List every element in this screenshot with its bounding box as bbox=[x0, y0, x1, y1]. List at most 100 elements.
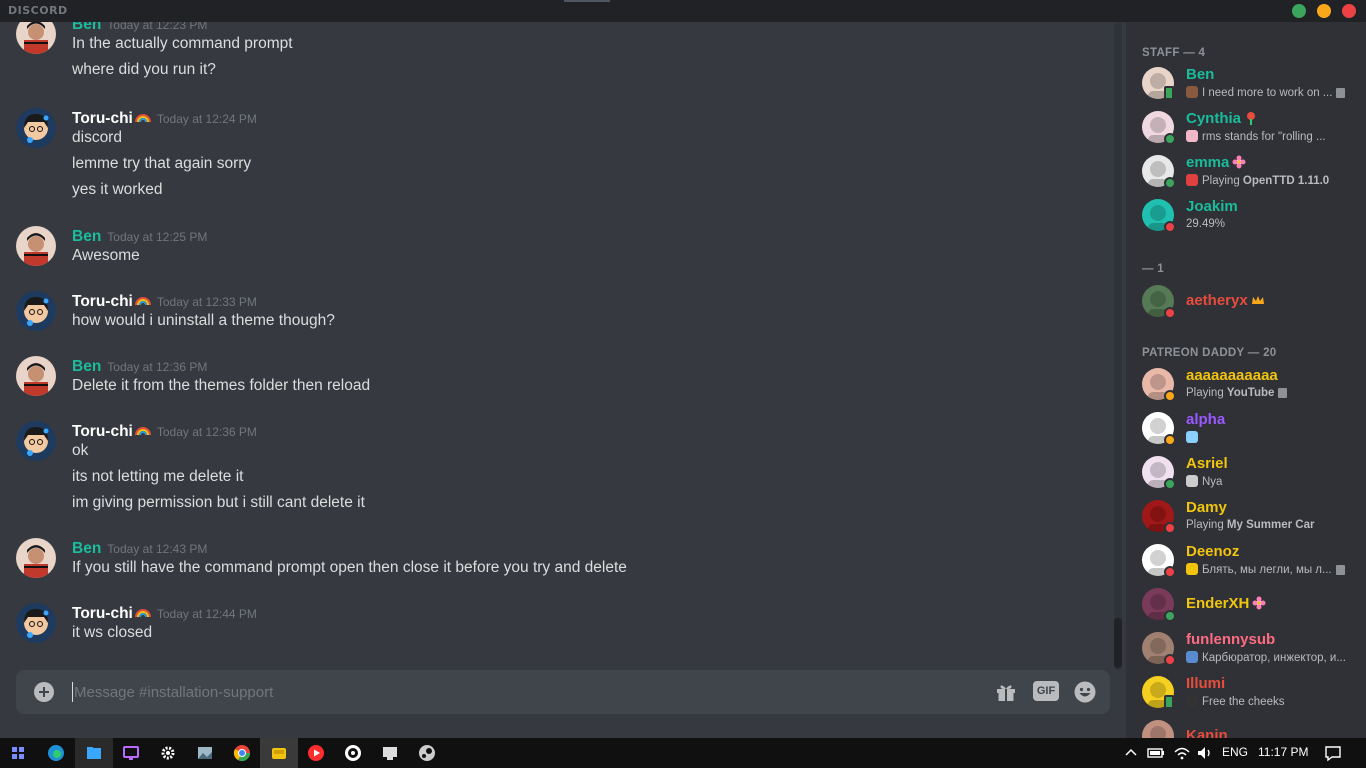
volume-icon[interactable] bbox=[1195, 743, 1215, 763]
member-item[interactable]: Cynthia rms stands for "rolling ... bbox=[1134, 106, 1358, 148]
member-item[interactable]: Deenoz Блять, мы легли, мы л... bbox=[1134, 539, 1358, 581]
obs-studio-icon[interactable] bbox=[343, 743, 363, 763]
steam-icon[interactable] bbox=[417, 743, 437, 763]
member-item[interactable]: alpha bbox=[1134, 407, 1358, 449]
member-activity: Playing OpenTTD 1.11.0 bbox=[1186, 174, 1352, 187]
ben-avatar[interactable] bbox=[16, 538, 56, 578]
member-item[interactable]: Damy Playing My Summer Car bbox=[1134, 495, 1358, 537]
message-header: Toru-chi Today at 12:44 PM bbox=[72, 603, 257, 623]
settings-gear-icon[interactable] bbox=[158, 743, 178, 763]
photos-app-icon[interactable] bbox=[195, 743, 215, 763]
remote-desktop-icon[interactable] bbox=[380, 743, 400, 763]
member-category-header: PATREON DADDY — 20 bbox=[1142, 347, 1277, 359]
wifi-icon[interactable] bbox=[1172, 743, 1192, 763]
maximize-button[interactable] bbox=[1292, 4, 1306, 18]
chrome-browser-icon[interactable] bbox=[232, 743, 252, 763]
member-activity bbox=[1186, 431, 1352, 444]
activity-emoji-icon bbox=[1186, 86, 1198, 98]
message-text: If you still have the command prompt ope… bbox=[72, 559, 627, 576]
message-header: Toru-chi Today at 12:24 PM bbox=[72, 108, 257, 128]
gift-icon[interactable] bbox=[994, 680, 1018, 704]
message-group: Ben Today at 12:23 PM In the actually comm… bbox=[16, 22, 1106, 90]
status-indicator bbox=[1164, 566, 1176, 578]
emoji-icon[interactable] bbox=[1073, 680, 1097, 704]
message-text: Awesome bbox=[72, 247, 140, 264]
title-bar-indicator bbox=[564, 0, 610, 2]
toru-avatar[interactable] bbox=[16, 291, 56, 331]
toru-avatar[interactable] bbox=[16, 421, 56, 461]
activity-emoji-icon bbox=[1186, 174, 1198, 186]
mobile-status-icon bbox=[1164, 695, 1174, 709]
message-text: In the actually command prompt bbox=[72, 35, 293, 52]
member-activity: Playing YouTube bbox=[1186, 387, 1352, 399]
message-author[interactable]: Toru-chi bbox=[72, 293, 133, 310]
message-group: Ben Today at 12:36 PM Delete it from the t… bbox=[16, 356, 1106, 406]
message-timestamp: Today at 12:44 PM bbox=[156, 607, 257, 621]
scrollbar-thumb[interactable] bbox=[1114, 618, 1122, 668]
activity-emoji-icon bbox=[1186, 475, 1198, 487]
member-item[interactable]: emma Playing OpenTTD 1.11.0 bbox=[1134, 150, 1358, 192]
title-bar: DISCORD bbox=[0, 0, 1366, 22]
message-text: discord bbox=[72, 129, 122, 146]
member-item[interactable]: funlennysub Карбюратор, инжектор, и... bbox=[1134, 627, 1358, 669]
youtube-app-icon[interactable] bbox=[306, 743, 326, 763]
message-author[interactable]: Ben bbox=[72, 540, 101, 557]
ben-avatar[interactable] bbox=[16, 356, 56, 396]
file-explorer-icon[interactable] bbox=[84, 743, 104, 763]
status-indicator bbox=[1164, 610, 1176, 622]
member-item[interactable]: Ben I need more to work on ... bbox=[1134, 62, 1358, 104]
minimize-button[interactable] bbox=[1317, 4, 1331, 18]
monitor-app-icon[interactable] bbox=[121, 743, 141, 763]
status-indicator bbox=[1164, 522, 1176, 534]
ben-avatar[interactable] bbox=[16, 226, 56, 266]
windows-taskbar: ENG 11:17 PM bbox=[0, 738, 1366, 768]
edge-browser-icon[interactable] bbox=[46, 743, 66, 763]
member-item[interactable]: Illumi Free the cheeks bbox=[1134, 671, 1358, 713]
message-input[interactable] bbox=[72, 682, 972, 702]
ben-avatar[interactable] bbox=[16, 22, 56, 54]
member-item[interactable]: Joakim 29.49% bbox=[1134, 194, 1358, 236]
message-timestamp: Today at 12:36 PM bbox=[107, 360, 208, 374]
message-author[interactable]: Ben bbox=[72, 358, 101, 375]
message-author[interactable]: Ben bbox=[72, 22, 101, 33]
start-menu-icon[interactable] bbox=[8, 743, 28, 763]
activity-text: Free the cheeks bbox=[1202, 696, 1285, 708]
member-item[interactable]: Kanin bbox=[1134, 715, 1358, 738]
gif-button[interactable]: GIF bbox=[1033, 681, 1059, 701]
message-author[interactable]: Ben bbox=[72, 228, 101, 245]
member-name: Ben bbox=[1186, 66, 1215, 83]
message-timestamp: Today at 12:25 PM bbox=[107, 230, 208, 244]
member-activity: Free the cheeks bbox=[1186, 695, 1352, 708]
message-author[interactable]: Toru-chi bbox=[72, 423, 133, 440]
discord-taskbar-icon[interactable] bbox=[269, 743, 289, 763]
message-author[interactable]: Toru-chi bbox=[72, 110, 133, 127]
system-clock[interactable]: 11:17 PM bbox=[1258, 745, 1308, 759]
rose-icon bbox=[1247, 112, 1256, 125]
member-name: emma bbox=[1186, 154, 1230, 171]
activity-prefix: Playing bbox=[1202, 175, 1243, 187]
scrollbar-track[interactable] bbox=[1114, 22, 1122, 670]
message-text: yes it worked bbox=[72, 181, 163, 198]
toru-avatar[interactable] bbox=[16, 108, 56, 148]
message-author[interactable]: Toru-chi bbox=[72, 605, 133, 622]
notification-center-icon[interactable] bbox=[1323, 743, 1343, 763]
member-name: Kanin bbox=[1186, 727, 1228, 738]
status-indicator bbox=[1164, 434, 1176, 446]
member-item[interactable]: aetheryx bbox=[1134, 280, 1358, 322]
attach-plus-icon[interactable] bbox=[34, 682, 54, 702]
close-button[interactable] bbox=[1342, 4, 1356, 18]
member-name-row: Joakim bbox=[1186, 198, 1238, 215]
member-item[interactable]: Asriel Nya bbox=[1134, 451, 1358, 493]
input-language[interactable]: ENG bbox=[1222, 745, 1248, 759]
battery-icon[interactable] bbox=[1146, 743, 1166, 763]
member-item[interactable]: EnderXH bbox=[1134, 583, 1358, 625]
toru-avatar[interactable] bbox=[16, 603, 56, 643]
member-activity: 29.49% bbox=[1186, 218, 1352, 230]
chevron-up-icon[interactable] bbox=[1122, 744, 1140, 762]
member-item[interactable]: aaaaaaaaaaa Playing YouTube bbox=[1134, 363, 1358, 405]
message-header: Ben Today at 12:25 PM bbox=[72, 226, 207, 246]
message-text: it ws closed bbox=[72, 624, 153, 641]
member-activity: rms stands for "rolling ... bbox=[1186, 130, 1352, 143]
activity-prefix: Playing bbox=[1186, 519, 1227, 531]
member-activity: Блять, мы легли, мы л... bbox=[1186, 563, 1352, 576]
